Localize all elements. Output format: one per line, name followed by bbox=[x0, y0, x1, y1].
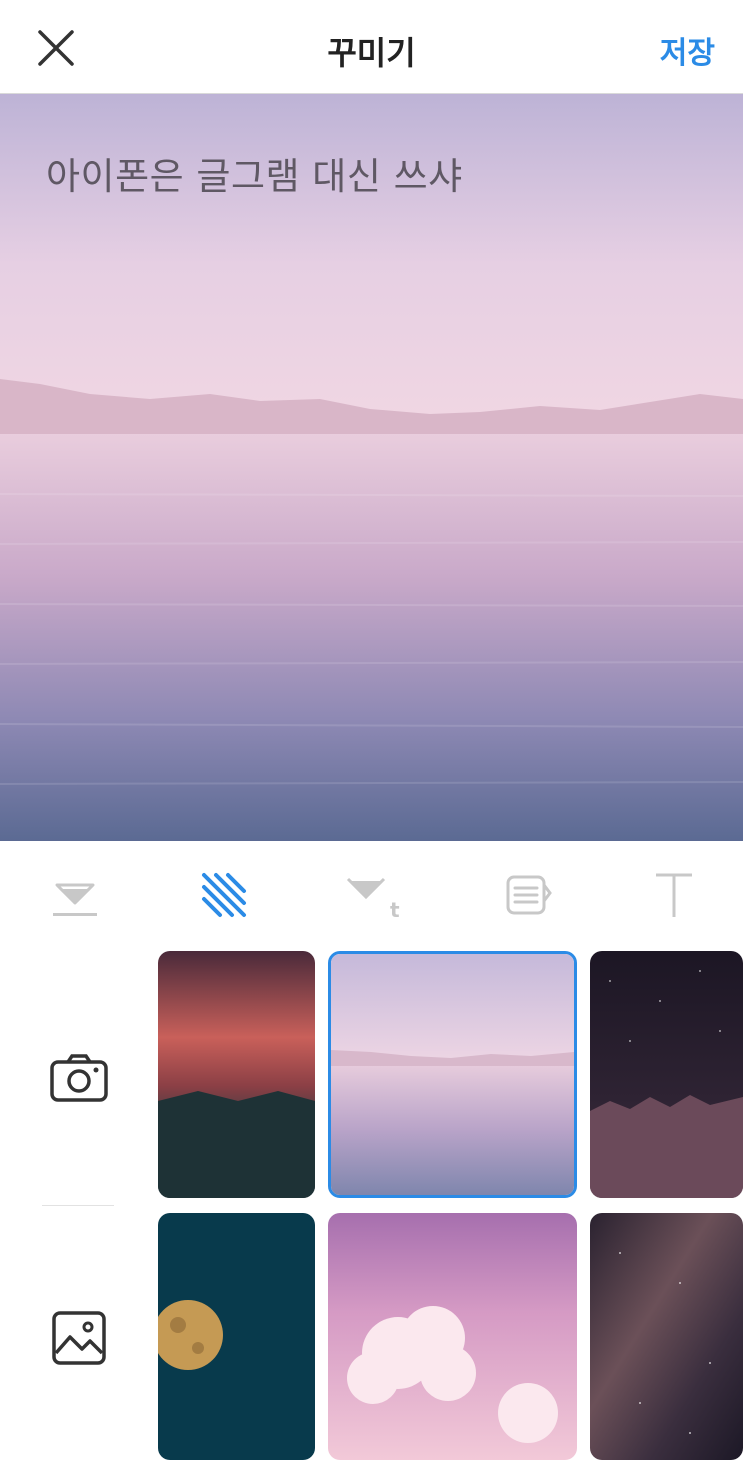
thumbnail-image bbox=[331, 954, 574, 1195]
background-image bbox=[0, 94, 743, 841]
tab-text-color[interactable]: t bbox=[344, 865, 404, 925]
thumbnail-pink-clouds[interactable] bbox=[328, 1213, 577, 1460]
header-bar: 꾸미기 저장 bbox=[0, 0, 743, 94]
thumbnail-image bbox=[158, 1213, 315, 1460]
sidebar-divider bbox=[42, 1205, 114, 1206]
font-icon bbox=[656, 873, 692, 917]
tab-font[interactable] bbox=[644, 865, 704, 925]
tab-pattern-background[interactable] bbox=[194, 865, 254, 925]
overlay-text[interactable]: 아이폰은 글그램 대신 쓰샤 bbox=[46, 146, 463, 200]
svg-text:t: t bbox=[390, 898, 400, 922]
camera-icon bbox=[50, 1054, 108, 1102]
gallery-button[interactable] bbox=[44, 1303, 114, 1373]
pattern-background-icon bbox=[202, 873, 246, 917]
gallery-image-icon bbox=[52, 1311, 106, 1365]
thumbnail-image bbox=[590, 1213, 743, 1460]
fill-color-icon bbox=[53, 883, 97, 916]
thumbnail-image bbox=[328, 1213, 577, 1460]
thumbnail-moon[interactable] bbox=[158, 1213, 315, 1460]
page-title: 꾸미기 bbox=[327, 34, 416, 72]
thumbnail-pink-sea[interactable] bbox=[328, 951, 577, 1198]
text-align-icon bbox=[506, 875, 552, 915]
save-button[interactable]: 저장 bbox=[660, 28, 715, 72]
camera-button[interactable] bbox=[44, 1043, 114, 1113]
thumbnail-image bbox=[158, 951, 315, 1198]
thumbnail-starry-forest[interactable] bbox=[590, 951, 743, 1198]
tab-text-align[interactable] bbox=[498, 865, 558, 925]
thumbnail-image bbox=[590, 951, 743, 1198]
tab-fill-color[interactable] bbox=[45, 865, 105, 925]
preview-canvas[interactable]: 아이폰은 글그램 대신 쓰샤 bbox=[0, 94, 743, 841]
thumbnail-sunset-clouds[interactable] bbox=[158, 951, 315, 1198]
tool-tabs: t bbox=[0, 841, 743, 951]
thumbnail-night-sky[interactable] bbox=[590, 1213, 743, 1460]
background-picker bbox=[0, 951, 743, 1472]
text-color-icon: t bbox=[346, 877, 400, 922]
